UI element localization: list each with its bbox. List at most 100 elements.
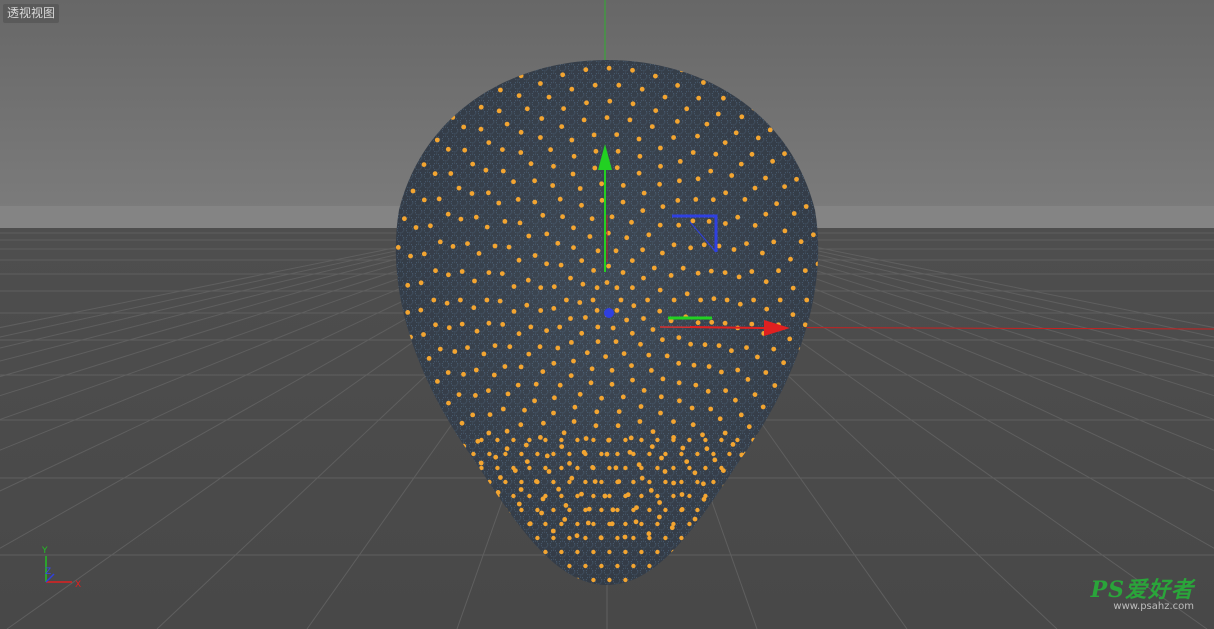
vertex-point bbox=[593, 148, 599, 154]
vertex-point bbox=[655, 437, 660, 443]
vertex-point bbox=[607, 549, 612, 555]
vertex-point bbox=[629, 219, 634, 225]
watermark-logo: PS爱好者 bbox=[1090, 577, 1194, 603]
viewport-canvas[interactable]: Y Z X bbox=[0, 0, 1214, 629]
viewport-title[interactable]: 透视视图 bbox=[3, 4, 60, 23]
vertex-point bbox=[648, 488, 654, 493]
vertex-point bbox=[602, 493, 608, 499]
vertex-point bbox=[518, 422, 524, 428]
vertex-point bbox=[507, 344, 513, 350]
vertex-point bbox=[607, 437, 612, 443]
vertex-point bbox=[782, 228, 788, 234]
vertex-point bbox=[680, 265, 686, 271]
vertex-point bbox=[571, 245, 576, 251]
vertex-point bbox=[630, 67, 635, 73]
vertex-point bbox=[589, 216, 595, 222]
vertex-point bbox=[559, 124, 565, 129]
vertex-point bbox=[772, 383, 778, 388]
vertex-point bbox=[434, 137, 440, 143]
vertex-point bbox=[729, 173, 735, 178]
vertex-point bbox=[671, 480, 676, 486]
vertex-point bbox=[584, 350, 590, 356]
vertex-point bbox=[675, 83, 680, 88]
vertex-point bbox=[436, 196, 442, 202]
vertex-point bbox=[524, 106, 530, 112]
vertex-point bbox=[543, 521, 548, 527]
vertex-point bbox=[567, 479, 572, 485]
vertex-point bbox=[518, 364, 524, 370]
vertex-point bbox=[630, 285, 635, 291]
vertex-point bbox=[629, 330, 635, 336]
widget-y-label: Y bbox=[41, 546, 48, 556]
vertex-point bbox=[583, 479, 588, 485]
perspective-viewport[interactable]: Y Z X 透视视图 PS爱好者 www.psahz.com bbox=[0, 0, 1214, 629]
vertex-point bbox=[592, 82, 598, 88]
vertex-point bbox=[540, 369, 546, 374]
vertex-point bbox=[456, 392, 462, 397]
vertex-point bbox=[649, 444, 655, 449]
vertex-point bbox=[663, 479, 668, 485]
vertex-point bbox=[735, 437, 740, 443]
vertex-point bbox=[544, 328, 549, 333]
vertex-point bbox=[560, 214, 565, 220]
vertex-point bbox=[458, 297, 463, 303]
vertex-point bbox=[719, 437, 724, 443]
vertex-point bbox=[516, 257, 522, 263]
vertex-point bbox=[584, 100, 589, 106]
vertex-point bbox=[633, 519, 639, 525]
vertex-point bbox=[701, 80, 706, 85]
vertex-point bbox=[737, 301, 743, 307]
vertex-point bbox=[538, 81, 543, 86]
vertex-point bbox=[526, 351, 532, 357]
vertex-point bbox=[671, 465, 676, 471]
vertex-point bbox=[595, 248, 601, 254]
vertex-point bbox=[687, 437, 692, 443]
vertex-point bbox=[671, 493, 676, 499]
vertex-point bbox=[567, 563, 572, 569]
vertex-point bbox=[613, 248, 619, 254]
vertex-point bbox=[502, 219, 508, 224]
vertex-point bbox=[511, 179, 516, 185]
vertex-point bbox=[711, 296, 717, 302]
vertex-point bbox=[516, 93, 522, 98]
vertex-point bbox=[558, 262, 564, 268]
vertex-point bbox=[515, 382, 521, 388]
vertex-point bbox=[641, 316, 646, 321]
vertex-point bbox=[719, 369, 724, 375]
vertex-point bbox=[583, 315, 588, 320]
vertex-point bbox=[716, 343, 722, 348]
vertex-point bbox=[609, 367, 615, 373]
vertex-point bbox=[555, 345, 561, 351]
vertex-point bbox=[647, 507, 652, 513]
vertex-point bbox=[519, 451, 524, 457]
vertex-point bbox=[445, 146, 451, 152]
vertex-point bbox=[459, 420, 465, 426]
vertex-point bbox=[551, 451, 556, 457]
vertex-point bbox=[693, 382, 699, 388]
vertex-point bbox=[483, 167, 489, 173]
vertex-point bbox=[630, 377, 635, 383]
vertex-point bbox=[687, 465, 692, 471]
vertex-point bbox=[610, 325, 616, 331]
vertex-point bbox=[528, 324, 534, 330]
gizmo-x-axis[interactable] bbox=[689, 326, 766, 329]
vertex-point bbox=[544, 231, 550, 237]
gizmo-center-point[interactable] bbox=[604, 308, 614, 318]
vertex-point bbox=[535, 479, 540, 485]
vertex-point bbox=[461, 371, 466, 377]
vertex-point bbox=[609, 214, 615, 220]
vertex-point bbox=[623, 437, 628, 443]
vertex-point bbox=[719, 465, 724, 471]
vertex-point bbox=[658, 410, 663, 416]
vertex-point bbox=[677, 398, 682, 404]
vertex-point bbox=[478, 126, 484, 132]
vertex-point bbox=[695, 479, 700, 485]
vertex-point bbox=[543, 549, 548, 555]
vertex-point bbox=[752, 392, 758, 397]
vertex-point bbox=[650, 429, 656, 434]
vertex-point bbox=[730, 442, 736, 447]
vertex-point bbox=[722, 430, 728, 436]
vertex-point bbox=[567, 461, 572, 466]
vertex-point bbox=[465, 241, 470, 247]
vertex-point bbox=[599, 507, 604, 513]
